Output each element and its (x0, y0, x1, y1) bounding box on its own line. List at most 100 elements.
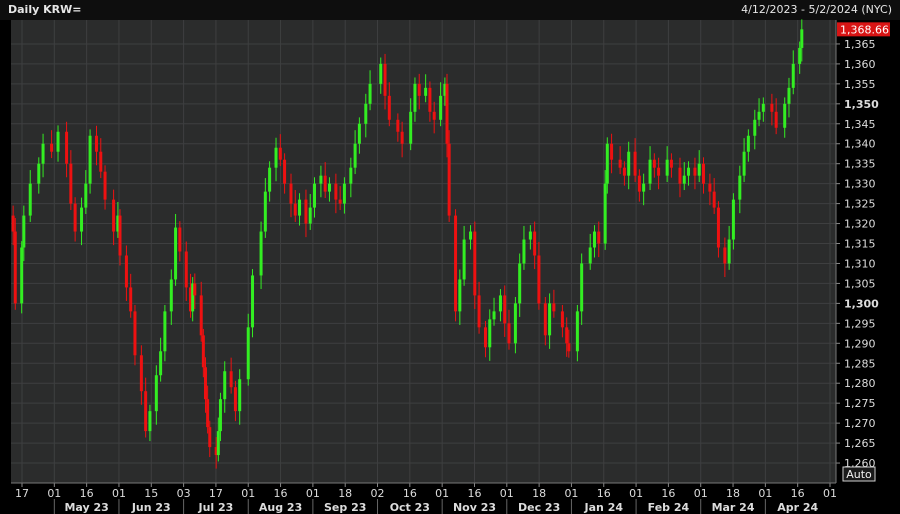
candle-body (20, 247, 24, 304)
candle-body (129, 287, 133, 312)
candle-body (259, 231, 263, 276)
x-month-label: Jul 23 (197, 501, 233, 514)
candle-body (454, 215, 458, 312)
candle-body (118, 215, 122, 256)
candle-body (592, 231, 596, 248)
candle-body (588, 247, 592, 264)
x-day-tick-label: 16 (467, 487, 481, 500)
candle-body (289, 183, 293, 204)
candle-body (665, 159, 669, 176)
x-day-tick-label: 01 (823, 487, 837, 500)
x-day-tick-label: 16 (791, 487, 805, 500)
candle-body (627, 151, 631, 176)
candle-body (206, 399, 210, 428)
candle-body (99, 151, 103, 172)
candle-body (84, 183, 88, 208)
x-month-label: May 23 (64, 501, 108, 514)
candle-body (492, 311, 496, 320)
candle-body (432, 111, 436, 120)
y-tick-label: 1,305 (844, 277, 876, 290)
candle-body (174, 227, 178, 280)
candle-body (28, 183, 32, 216)
candle-body (383, 63, 387, 96)
candle-body (669, 159, 673, 168)
x-day-tick-label: 01 (241, 487, 255, 500)
candle-body (22, 215, 26, 248)
candle-body (477, 295, 481, 328)
x-month-label: Nov 23 (453, 501, 496, 514)
candle-body (712, 191, 716, 208)
candle-body (387, 95, 391, 120)
x-month-label: Feb 24 (648, 501, 690, 514)
x-day-tick-label: 01 (306, 487, 320, 500)
y-tick-label: 1,265 (844, 437, 876, 450)
candle-body (488, 319, 492, 348)
y-tick-label: 1,325 (844, 198, 876, 211)
x-day-tick-label: 16 (403, 487, 417, 500)
candle-body (203, 367, 207, 400)
candle-body (112, 199, 116, 232)
candle-body (124, 255, 128, 288)
candle-body (184, 251, 188, 288)
candle-body (274, 147, 278, 168)
candle-body (633, 151, 637, 176)
x-day-tick-label: 18 (338, 487, 352, 500)
candle-body (69, 163, 73, 204)
y-tick-label: 1,335 (844, 158, 876, 171)
candle-body (567, 343, 571, 352)
candle-body (652, 159, 656, 168)
candle-body (537, 255, 541, 304)
candle-body (610, 143, 614, 160)
candle-body (637, 175, 641, 192)
y-tick-label: 1,290 (844, 337, 876, 350)
candle-body (575, 311, 579, 352)
candle-body (216, 431, 220, 456)
x-day-tick-label: 01 (629, 487, 643, 500)
candle-body (543, 303, 547, 336)
x-day-tick-label: 18 (726, 487, 740, 500)
x-month-label: Apr 24 (777, 501, 818, 514)
candle-body (193, 283, 197, 296)
candle-body (697, 163, 701, 176)
candle-body (223, 371, 227, 400)
candle-body (56, 131, 60, 152)
candle-body (657, 167, 661, 176)
y-tick-label: 1,310 (844, 257, 876, 270)
x-month-label: Mar 24 (712, 501, 755, 514)
candle-body (687, 167, 691, 176)
candle-body (11, 215, 15, 232)
y-tick-label: 1,280 (844, 377, 876, 390)
candle-body (251, 275, 255, 328)
y-tick-label: 1,365 (844, 38, 876, 51)
candle-body (605, 143, 609, 184)
candle-body (417, 83, 421, 96)
candle-body (229, 371, 233, 388)
candle-body (648, 159, 652, 184)
x-day-tick-label: 17 (209, 487, 223, 500)
candle-body (753, 119, 757, 136)
y-tick-label: 1,330 (844, 178, 876, 191)
candle-body (742, 151, 746, 176)
candle-body (148, 411, 152, 432)
candle-body (560, 311, 564, 328)
x-month-label: Jan 24 (584, 501, 624, 514)
plot-area (11, 20, 836, 483)
candle-body (400, 131, 404, 144)
candle-body (469, 231, 473, 240)
candlestick-chart[interactable]: 1,365 1,360 1,355 1,350 1,345 1,340 1,335 1,330… (0, 0, 900, 514)
candle-body (323, 175, 327, 192)
candle-body (483, 327, 487, 348)
candle-body (144, 391, 148, 432)
candle-body (293, 203, 297, 216)
candle-body (528, 231, 532, 240)
candle-body (413, 83, 417, 112)
candle-body (41, 143, 45, 164)
candle-body (513, 303, 517, 344)
candle-body (708, 183, 712, 192)
y-tick-label: 1,350 (844, 98, 879, 111)
candle-body (783, 103, 787, 128)
x-month-label: Sep 23 (324, 501, 366, 514)
candle-body (201, 335, 205, 368)
candle-body (597, 231, 601, 244)
candle-body (283, 159, 287, 184)
